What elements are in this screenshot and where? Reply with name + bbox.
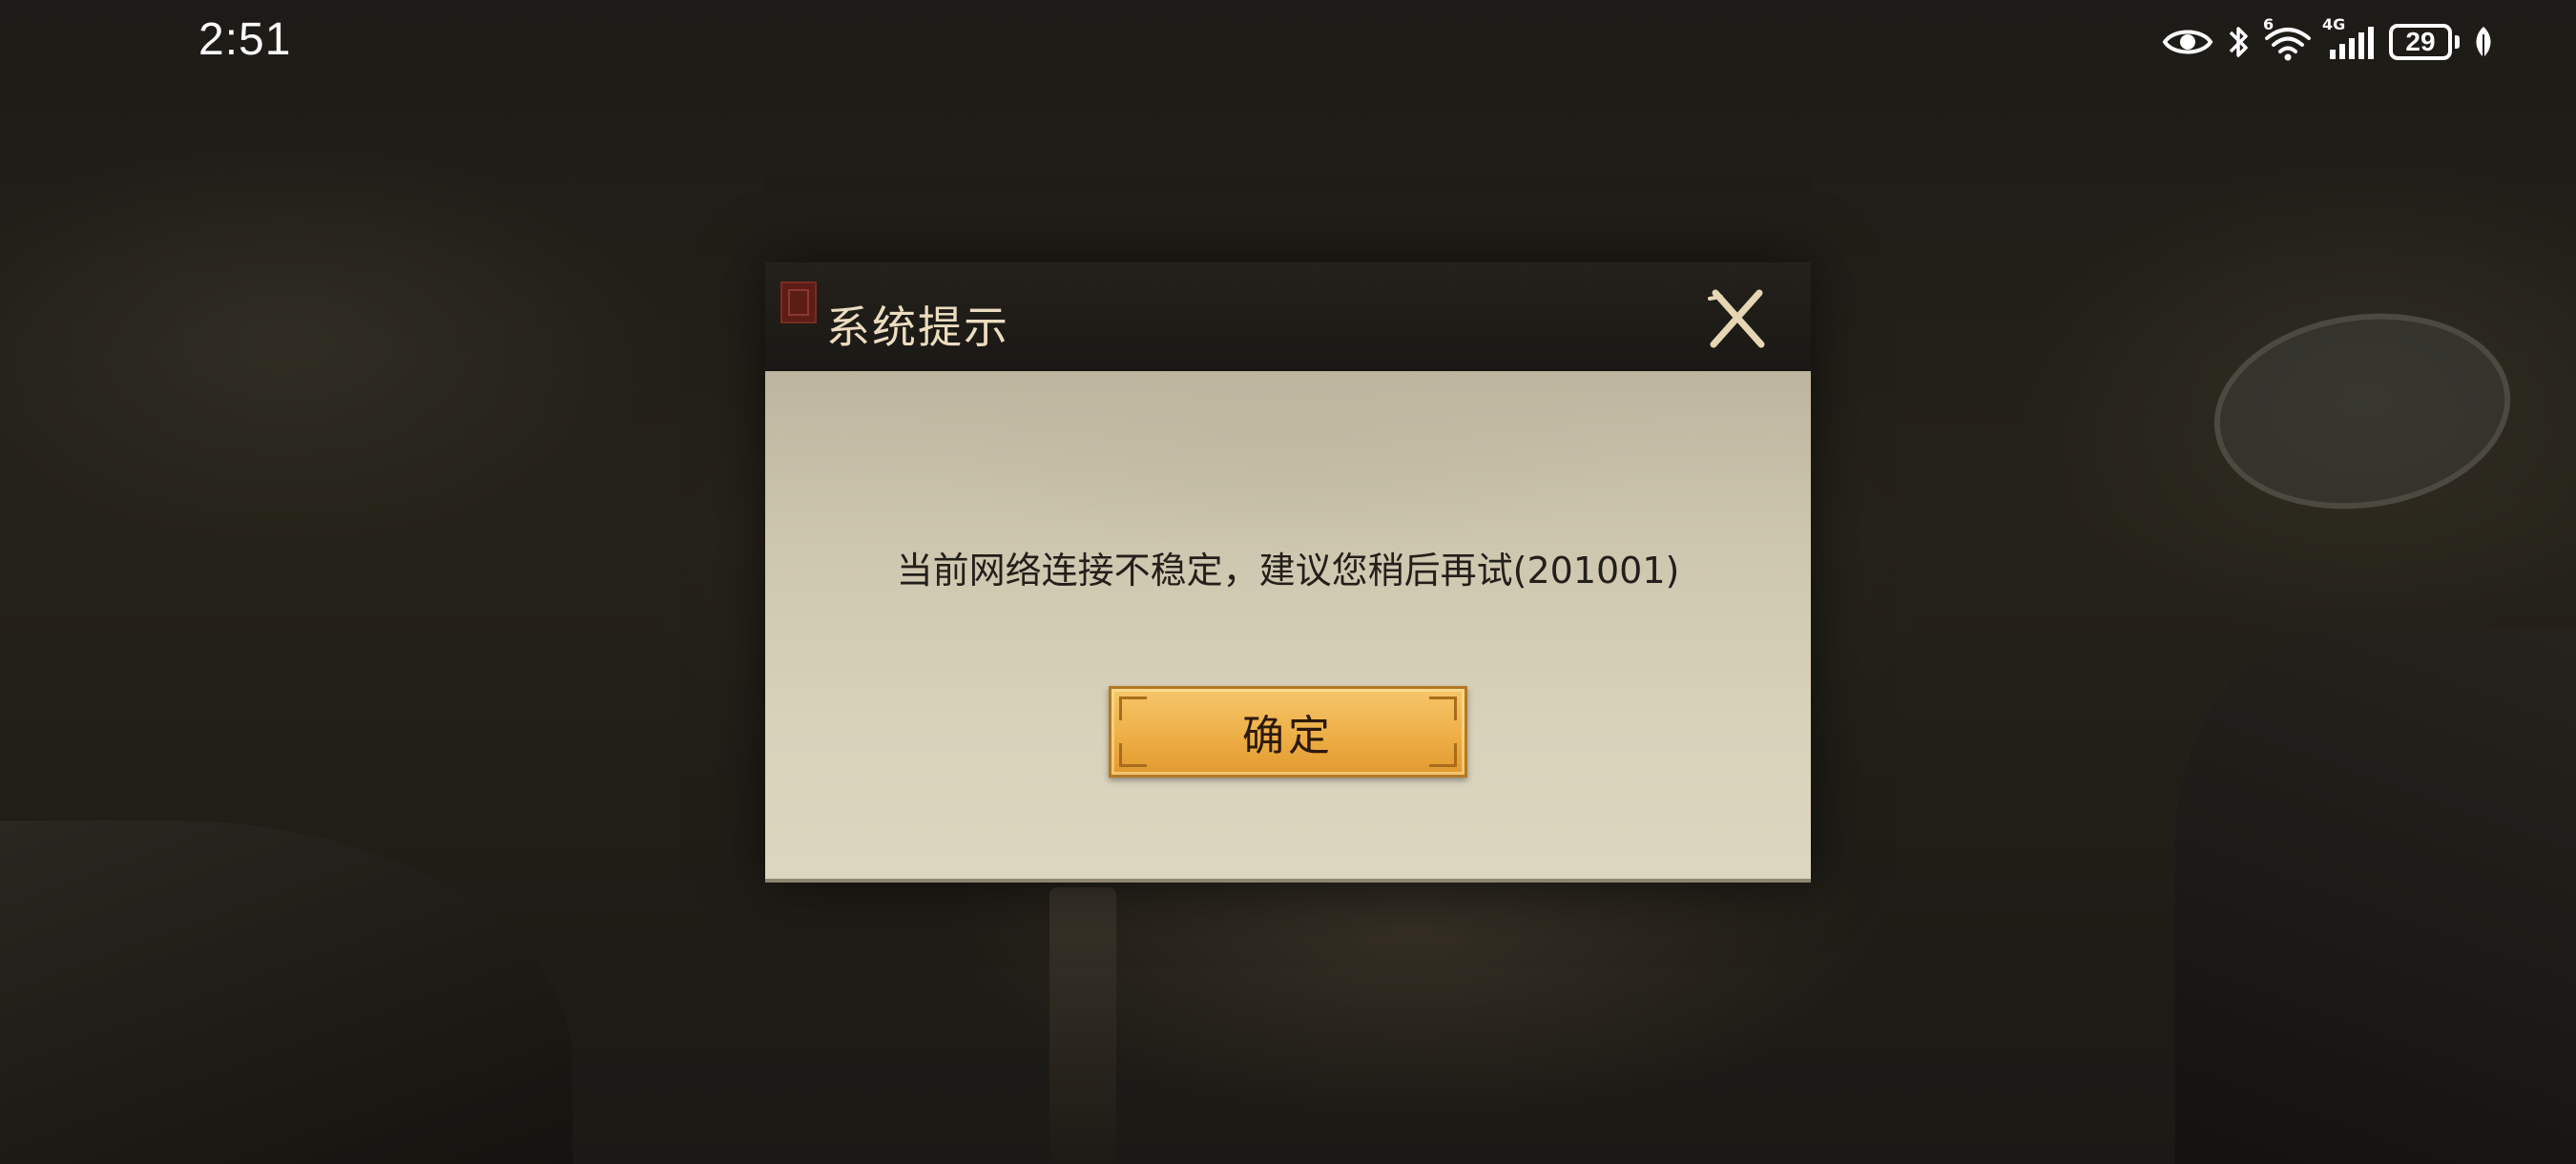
cellular-signal-icon: 4G [2322, 15, 2376, 61]
status-icons: 6 4G 29 [2162, 15, 2494, 67]
network-type: 4G [2322, 15, 2346, 33]
button-ornament [1119, 696, 1147, 720]
dialog-message: 当前网络连接不稳定，建议您稍后再试(201001) [896, 550, 1680, 592]
system-dialog: 系统提示 当前网络连接不稳定，建议您稍后再试(201001) 确定 [765, 262, 1811, 883]
status-bar: 2:51 6 4G 29 [0, 0, 2576, 82]
close-button[interactable] [1706, 287, 1769, 350]
dialog-header: 系统提示 [765, 262, 1811, 371]
close-icon [1708, 289, 1765, 348]
button-ornament [1429, 743, 1457, 767]
background-rocks [0, 821, 572, 1164]
wifi-icon: 6 [2263, 15, 2313, 61]
game-screen: 2:51 6 4G 29 系统提示 当前网络连接不稳定，建议您稍后再试(2010… [0, 0, 2576, 1164]
leaf-icon [2473, 25, 2494, 59]
background-pond [2201, 295, 2524, 528]
dialog-title: 系统提示 [826, 301, 1009, 353]
status-time: 2:51 [198, 14, 292, 65]
background-tower [1049, 887, 1116, 1164]
wifi-badge: 6 [2263, 15, 2275, 33]
bluetooth-icon [2227, 23, 2250, 61]
dialog-body: 当前网络连接不稳定，建议您稍后再试(201001) 确定 [765, 371, 1811, 883]
battery-level: 29 [2389, 24, 2452, 60]
button-ornament [1119, 743, 1147, 767]
confirm-button[interactable]: 确定 [1109, 686, 1467, 778]
button-ornament [1429, 696, 1457, 720]
confirm-button-label: 确定 [1242, 712, 1334, 760]
eye-icon [2162, 26, 2213, 58]
battery-cap [2455, 35, 2460, 49]
battery-icon: 29 [2389, 24, 2460, 60]
background-cliff [2175, 630, 2576, 1164]
seal-icon [780, 281, 817, 323]
